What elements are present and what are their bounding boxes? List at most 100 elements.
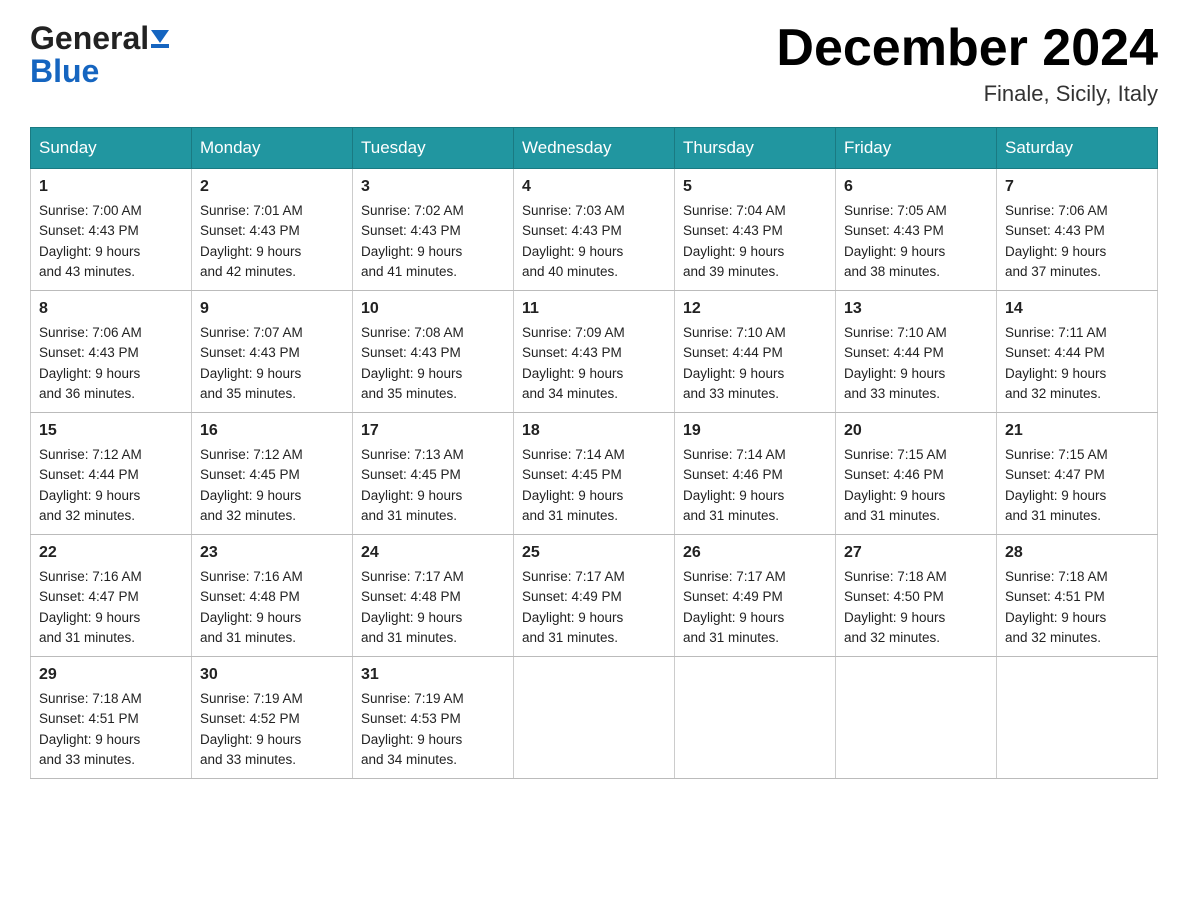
calendar-cell: 9 Sunrise: 7:07 AM Sunset: 4:43 PM Dayli… — [192, 291, 353, 413]
daylight-minutes: and 31 minutes. — [683, 630, 779, 645]
sunrise-label: Sunrise: 7:11 AM — [1005, 325, 1107, 340]
sunset-label: Sunset: 4:52 PM — [200, 711, 300, 726]
weekday-header-sunday: Sunday — [31, 128, 192, 169]
calendar-cell: 6 Sunrise: 7:05 AM Sunset: 4:43 PM Dayli… — [836, 169, 997, 291]
calendar-cell: 4 Sunrise: 7:03 AM Sunset: 4:43 PM Dayli… — [514, 169, 675, 291]
week-row-2: 8 Sunrise: 7:06 AM Sunset: 4:43 PM Dayli… — [31, 291, 1158, 413]
sunset-label: Sunset: 4:43 PM — [200, 223, 300, 238]
calendar-cell: 8 Sunrise: 7:06 AM Sunset: 4:43 PM Dayli… — [31, 291, 192, 413]
daylight-minutes: and 31 minutes. — [39, 630, 135, 645]
daylight-minutes: and 31 minutes. — [1005, 508, 1101, 523]
daylight-label: Daylight: 9 hours — [844, 244, 945, 259]
sunset-label: Sunset: 4:44 PM — [1005, 345, 1105, 360]
daylight-label: Daylight: 9 hours — [844, 488, 945, 503]
sunrise-label: Sunrise: 7:03 AM — [522, 203, 625, 218]
title-block: December 2024 Finale, Sicily, Italy — [776, 20, 1158, 107]
day-number: 14 — [1005, 297, 1149, 321]
sunset-label: Sunset: 4:43 PM — [361, 223, 461, 238]
day-number: 19 — [683, 419, 827, 443]
day-number: 25 — [522, 541, 666, 565]
sunrise-label: Sunrise: 7:14 AM — [522, 447, 625, 462]
day-number: 10 — [361, 297, 505, 321]
calendar-cell: 17 Sunrise: 7:13 AM Sunset: 4:45 PM Dayl… — [353, 413, 514, 535]
logo-blue-text: Blue — [30, 53, 99, 89]
day-number: 20 — [844, 419, 988, 443]
daylight-minutes: and 40 minutes. — [522, 264, 618, 279]
day-number: 15 — [39, 419, 183, 443]
sunrise-label: Sunrise: 7:09 AM — [522, 325, 625, 340]
calendar-cell: 19 Sunrise: 7:14 AM Sunset: 4:46 PM Dayl… — [675, 413, 836, 535]
daylight-label: Daylight: 9 hours — [361, 732, 462, 747]
daylight-minutes: and 31 minutes. — [683, 508, 779, 523]
calendar-cell: 30 Sunrise: 7:19 AM Sunset: 4:52 PM Dayl… — [192, 657, 353, 779]
day-number: 24 — [361, 541, 505, 565]
daylight-label: Daylight: 9 hours — [683, 610, 784, 625]
daylight-minutes: and 33 minutes. — [683, 386, 779, 401]
daylight-minutes: and 31 minutes. — [522, 508, 618, 523]
sunrise-label: Sunrise: 7:18 AM — [1005, 569, 1108, 584]
sunrise-label: Sunrise: 7:18 AM — [844, 569, 947, 584]
sunset-label: Sunset: 4:43 PM — [39, 345, 139, 360]
sunrise-label: Sunrise: 7:13 AM — [361, 447, 464, 462]
sunrise-label: Sunrise: 7:15 AM — [844, 447, 947, 462]
sunrise-label: Sunrise: 7:16 AM — [200, 569, 303, 584]
daylight-label: Daylight: 9 hours — [361, 488, 462, 503]
day-number: 12 — [683, 297, 827, 321]
location-title: Finale, Sicily, Italy — [776, 81, 1158, 107]
logo-icon — [151, 30, 169, 48]
daylight-label: Daylight: 9 hours — [844, 610, 945, 625]
daylight-label: Daylight: 9 hours — [522, 366, 623, 381]
sunrise-label: Sunrise: 7:08 AM — [361, 325, 464, 340]
calendar-cell: 10 Sunrise: 7:08 AM Sunset: 4:43 PM Dayl… — [353, 291, 514, 413]
daylight-minutes: and 36 minutes. — [39, 386, 135, 401]
day-number: 17 — [361, 419, 505, 443]
daylight-label: Daylight: 9 hours — [200, 366, 301, 381]
sunset-label: Sunset: 4:44 PM — [844, 345, 944, 360]
week-row-3: 15 Sunrise: 7:12 AM Sunset: 4:44 PM Dayl… — [31, 413, 1158, 535]
daylight-minutes: and 42 minutes. — [200, 264, 296, 279]
sunrise-label: Sunrise: 7:19 AM — [361, 691, 464, 706]
calendar-cell: 18 Sunrise: 7:14 AM Sunset: 4:45 PM Dayl… — [514, 413, 675, 535]
page-header: General Blue December 2024 Finale, Sicil… — [30, 20, 1158, 107]
calendar-cell: 14 Sunrise: 7:11 AM Sunset: 4:44 PM Dayl… — [997, 291, 1158, 413]
day-number: 8 — [39, 297, 183, 321]
daylight-minutes: and 39 minutes. — [683, 264, 779, 279]
daylight-minutes: and 32 minutes. — [1005, 630, 1101, 645]
calendar-cell — [675, 657, 836, 779]
sunrise-label: Sunrise: 7:17 AM — [522, 569, 625, 584]
daylight-minutes: and 32 minutes. — [844, 630, 940, 645]
sunset-label: Sunset: 4:44 PM — [39, 467, 139, 482]
calendar-cell: 20 Sunrise: 7:15 AM Sunset: 4:46 PM Dayl… — [836, 413, 997, 535]
daylight-minutes: and 43 minutes. — [39, 264, 135, 279]
calendar-cell: 28 Sunrise: 7:18 AM Sunset: 4:51 PM Dayl… — [997, 535, 1158, 657]
daylight-label: Daylight: 9 hours — [1005, 610, 1106, 625]
sunset-label: Sunset: 4:48 PM — [361, 589, 461, 604]
month-title: December 2024 — [776, 20, 1158, 77]
daylight-label: Daylight: 9 hours — [1005, 366, 1106, 381]
sunset-label: Sunset: 4:47 PM — [1005, 467, 1105, 482]
sunset-label: Sunset: 4:48 PM — [200, 589, 300, 604]
calendar-cell: 2 Sunrise: 7:01 AM Sunset: 4:43 PM Dayli… — [192, 169, 353, 291]
sunrise-label: Sunrise: 7:10 AM — [683, 325, 786, 340]
day-number: 9 — [200, 297, 344, 321]
day-number: 28 — [1005, 541, 1149, 565]
daylight-minutes: and 37 minutes. — [1005, 264, 1101, 279]
day-number: 31 — [361, 663, 505, 687]
daylight-label: Daylight: 9 hours — [1005, 488, 1106, 503]
weekday-header-wednesday: Wednesday — [514, 128, 675, 169]
sunset-label: Sunset: 4:43 PM — [200, 345, 300, 360]
logo: General Blue — [30, 20, 169, 90]
day-number: 5 — [683, 175, 827, 199]
sunrise-label: Sunrise: 7:02 AM — [361, 203, 464, 218]
daylight-minutes: and 31 minutes. — [361, 508, 457, 523]
sunset-label: Sunset: 4:50 PM — [844, 589, 944, 604]
sunset-label: Sunset: 4:43 PM — [39, 223, 139, 238]
sunrise-label: Sunrise: 7:00 AM — [39, 203, 142, 218]
calendar-cell: 1 Sunrise: 7:00 AM Sunset: 4:43 PM Dayli… — [31, 169, 192, 291]
calendar-cell: 3 Sunrise: 7:02 AM Sunset: 4:43 PM Dayli… — [353, 169, 514, 291]
day-number: 13 — [844, 297, 988, 321]
daylight-minutes: and 34 minutes. — [522, 386, 618, 401]
day-number: 26 — [683, 541, 827, 565]
sunset-label: Sunset: 4:45 PM — [361, 467, 461, 482]
calendar-cell: 26 Sunrise: 7:17 AM Sunset: 4:49 PM Dayl… — [675, 535, 836, 657]
